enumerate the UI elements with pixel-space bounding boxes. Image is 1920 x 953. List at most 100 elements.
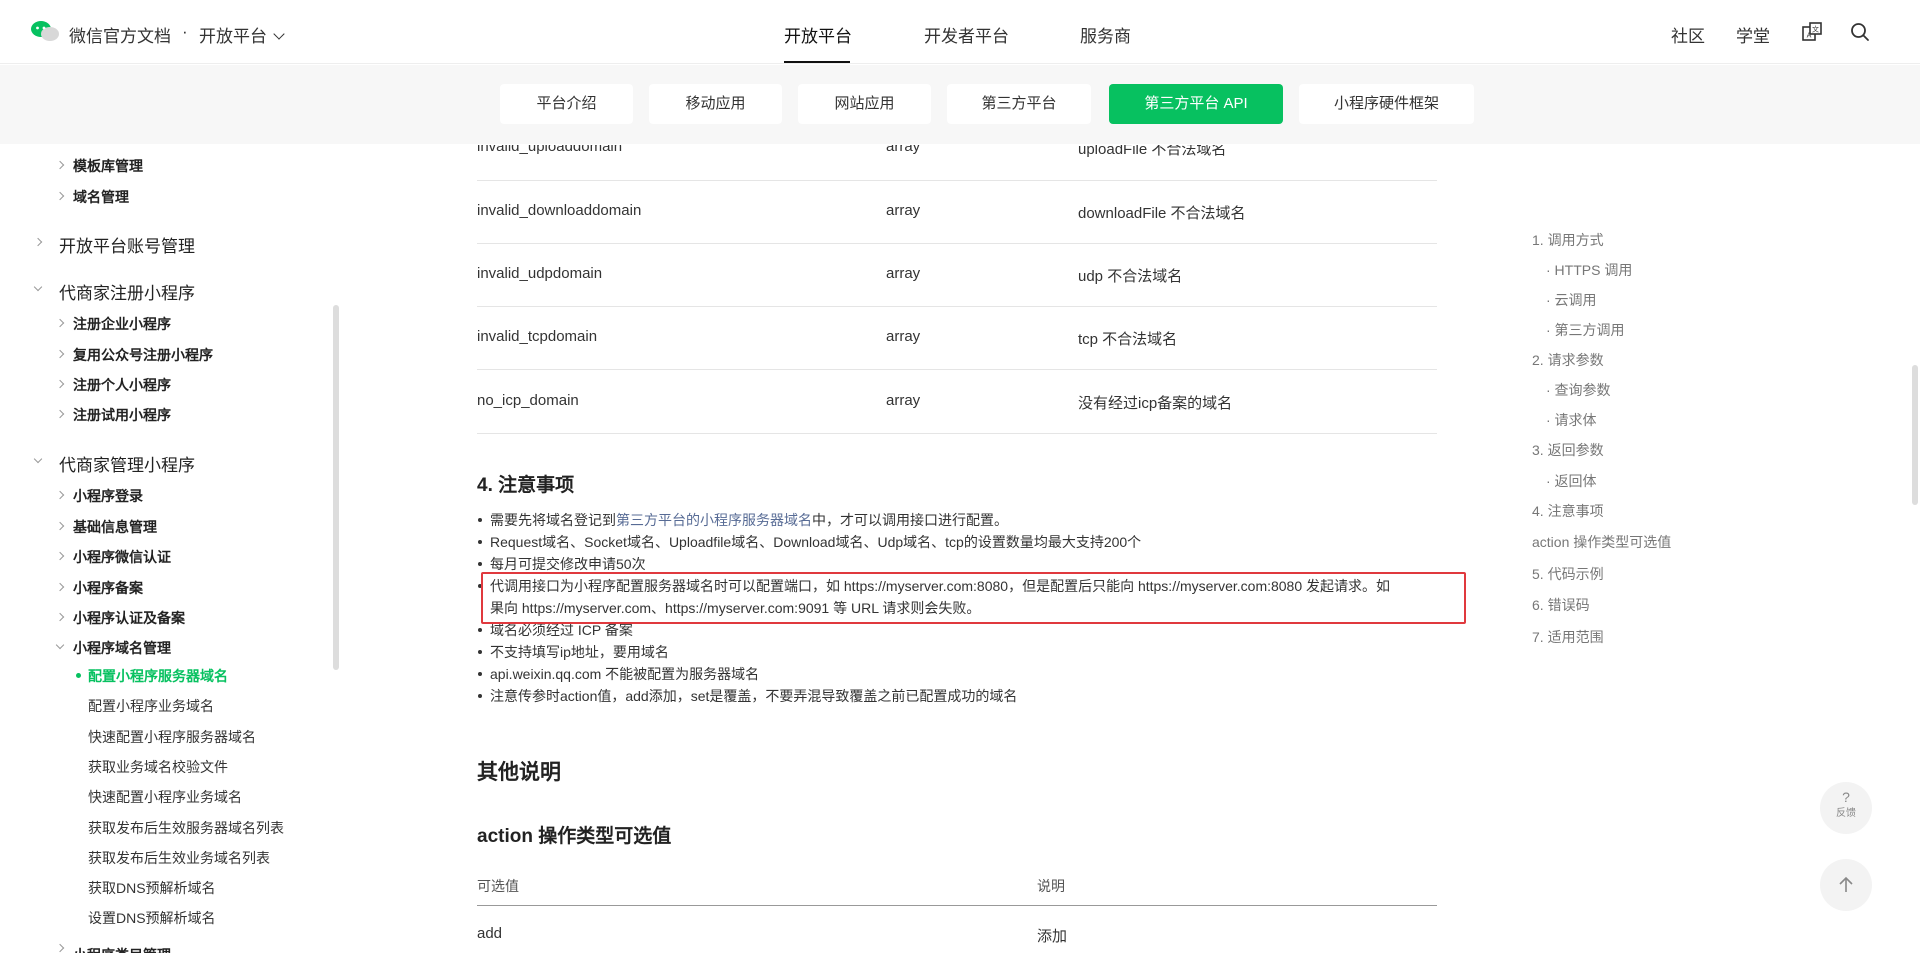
topnav-active-indicator [784,61,850,63]
sidebar-item-verify-and-filing[interactable]: 小程序认证及备案 [73,608,185,628]
table-cell-desc: udp 不合法域名 [1078,268,1183,285]
toc-item[interactable]: · HTTPS 调用 [1546,260,1632,280]
sidebar-item-config-server-domain[interactable]: 配置小程序服务器域名 [88,666,228,686]
subtab-platform-intro[interactable]: 平台介绍 [500,84,633,124]
page-scrollbar[interactable] [1912,365,1918,505]
svg-text:A: A [1807,32,1812,40]
topnav-open-platform[interactable]: 开放平台 [784,22,852,47]
table-cell-type: array [886,145,921,155]
sidebar-item-get-dns-prefetch[interactable]: 获取DNS预解析域名 [88,878,216,898]
sidebar-item-basic-info[interactable]: 基础信息管理 [73,517,157,537]
highlight-annotation-box [481,572,1466,624]
list-item: api.weixin.qq.com 不能被配置为服务器域名 [477,666,760,682]
toc-item[interactable]: · 返回体 [1546,471,1597,491]
chevron-right-icon [55,490,65,500]
list-item: 注意传参时action值，add添加，set是覆盖，不要弄混导致覆盖之前已配置成… [477,688,1018,704]
table-cell-type: array [886,328,921,345]
table-row-divider [477,433,1437,434]
toc-item[interactable]: 1. 调用方式 [1532,230,1604,250]
community-link[interactable]: 社区 [1671,22,1705,47]
sidebar-item-effective-server-domains[interactable]: 获取发布后生效服务器域名列表 [88,818,284,838]
table-cell-type: array [886,392,921,409]
chevron-right-icon [55,318,65,328]
back-to-top-button[interactable] [1820,859,1872,911]
chevron-right-icon [55,612,65,622]
site-title[interactable]: 微信官方文档 [69,22,171,47]
sidebar-item-manage-miniprogram[interactable]: 代商家管理小程序 [59,451,195,476]
toc-item[interactable]: · 查询参数 [1546,380,1611,400]
toc-item[interactable]: 6. 错误码 [1532,595,1590,615]
sidebar-item-template-lib[interactable]: 模板库管理 [73,156,143,176]
sidebar-item-business-verify-file[interactable]: 获取业务域名校验文件 [88,757,228,777]
toc-item[interactable]: 5. 代码示例 [1532,564,1604,584]
table-cell-desc: 添加 [1037,928,1068,945]
chevron-down-icon [55,640,65,650]
subtab-website-app[interactable]: 网站应用 [798,84,931,124]
chevron-right-icon [55,191,65,201]
chevron-down-icon [33,454,43,464]
toc-item[interactable]: · 云调用 [1546,290,1597,310]
academy-link[interactable]: 学堂 [1736,22,1770,47]
sidebar-item-account-mgmt[interactable]: 开放平台账号管理 [59,232,195,257]
sidebar-item-effective-business-domains[interactable]: 获取发布后生效业务域名列表 [88,848,270,868]
translate-icon[interactable]: 文 A [1801,21,1823,43]
sidebar-item-login[interactable]: 小程序登录 [73,486,143,506]
sidebar-item-wechat-verify[interactable]: 小程序微信认证 [73,547,171,567]
table-cell-name: invalid_downloaddomain [477,202,642,219]
platform-switch-dropdown[interactable]: 开放平台 [199,22,285,47]
toc-item[interactable]: action 操作类型可选值 [1532,532,1671,552]
sidebar-item-register-enterprise[interactable]: 注册企业小程序 [73,314,171,334]
table-header-value: 可选值 [477,878,519,894]
table-cell-desc: 没有经过icp备案的域名 [1078,395,1233,412]
sidebar-item-quick-business-domain[interactable]: 快速配置小程序业务域名 [88,787,242,807]
sidebar-item-config-business-domain[interactable]: 配置小程序业务域名 [88,696,214,716]
wechat-logo-icon[interactable] [30,20,60,42]
sidebar-item-domain-mgmt[interactable]: 域名管理 [73,187,129,207]
sidebar-item-quick-server-domain[interactable]: 快速配置小程序服务器域名 [88,727,256,747]
search-icon[interactable] [1849,21,1871,43]
subtab-third-party-platform[interactable]: 第三方平台 [947,84,1091,124]
sidebar-item-set-dns-prefetch[interactable]: 设置DNS预解析域名 [88,908,216,928]
topnav-service-provider[interactable]: 服务商 [1080,22,1131,47]
toc-item[interactable]: 7. 适用范围 [1532,627,1604,647]
list-item: Request域名、Socket域名、Uploadfile域名、Download… [477,534,1142,550]
subtab-mobile-app[interactable]: 移动应用 [649,84,782,124]
topnav-developer-platform[interactable]: 开发者平台 [924,22,1009,47]
chevron-right-icon [55,349,65,359]
feedback-label: 反馈 [1836,808,1856,819]
list-item: 需要先将域名登记到第三方平台的小程序服务器域名中，才可以调用接口进行配置。 [478,510,1008,530]
table-row-divider [477,369,1437,370]
table-cell-type: array [886,202,921,219]
main-content: invalid_uploaddomain array uploadFile 不合… [340,145,1480,953]
table-cell-desc: downloadFile 不合法域名 [1078,205,1246,222]
table-header-desc: 说明 [1037,878,1065,894]
sidebar-item-reuse-official-account[interactable]: 复用公众号注册小程序 [73,345,213,365]
table-cell-desc: uploadFile 不合法域名 [1078,145,1227,158]
sidebar-item-category-mgmt[interactable]: 小程序类目管理 [73,945,171,953]
subtab-miniprogram-hardware[interactable]: 小程序硬件框架 [1299,84,1474,124]
subtab-third-party-api[interactable]: 第三方平台 API [1109,84,1283,124]
active-item-dot [76,673,81,678]
toc-item[interactable]: 4. 注意事项 [1532,501,1604,521]
toc-item[interactable]: 2. 请求参数 [1532,350,1604,370]
toc-item[interactable]: · 请求体 [1546,410,1597,430]
feedback-button[interactable]: ? 反馈 [1820,782,1872,834]
sidebar-item-filing[interactable]: 小程序备案 [73,578,143,598]
sidebar-item-domain-management[interactable]: 小程序域名管理 [73,638,171,658]
server-domain-link[interactable]: 第三方平台的小程序服务器域名 [616,512,812,528]
sidebar-scrollbar[interactable] [333,305,339,670]
section-title-other: 其他说明 [477,761,561,784]
table-row-divider [477,243,1437,244]
toc-item[interactable]: 3. 返回参数 [1532,440,1604,460]
toc-item[interactable]: · 第三方调用 [1546,320,1625,340]
table-cell-value: add [477,925,503,942]
sidebar-item-register-trial[interactable]: 注册试用小程序 [73,405,171,425]
sidebar-item-register-personal[interactable]: 注册个人小程序 [73,375,171,395]
chevron-right-icon [55,551,65,561]
chevron-right-icon [55,379,65,389]
table-cell-name: invalid_udpdomain [477,265,603,282]
chevron-right-icon [55,582,65,592]
top-header: 微信官方文档 · 开放平台 开放平台 开发者平台 服务商 社区 学堂 文 A [0,0,1920,64]
chevron-right-icon [55,943,65,953]
sidebar-item-register-miniprogram[interactable]: 代商家注册小程序 [59,279,195,304]
